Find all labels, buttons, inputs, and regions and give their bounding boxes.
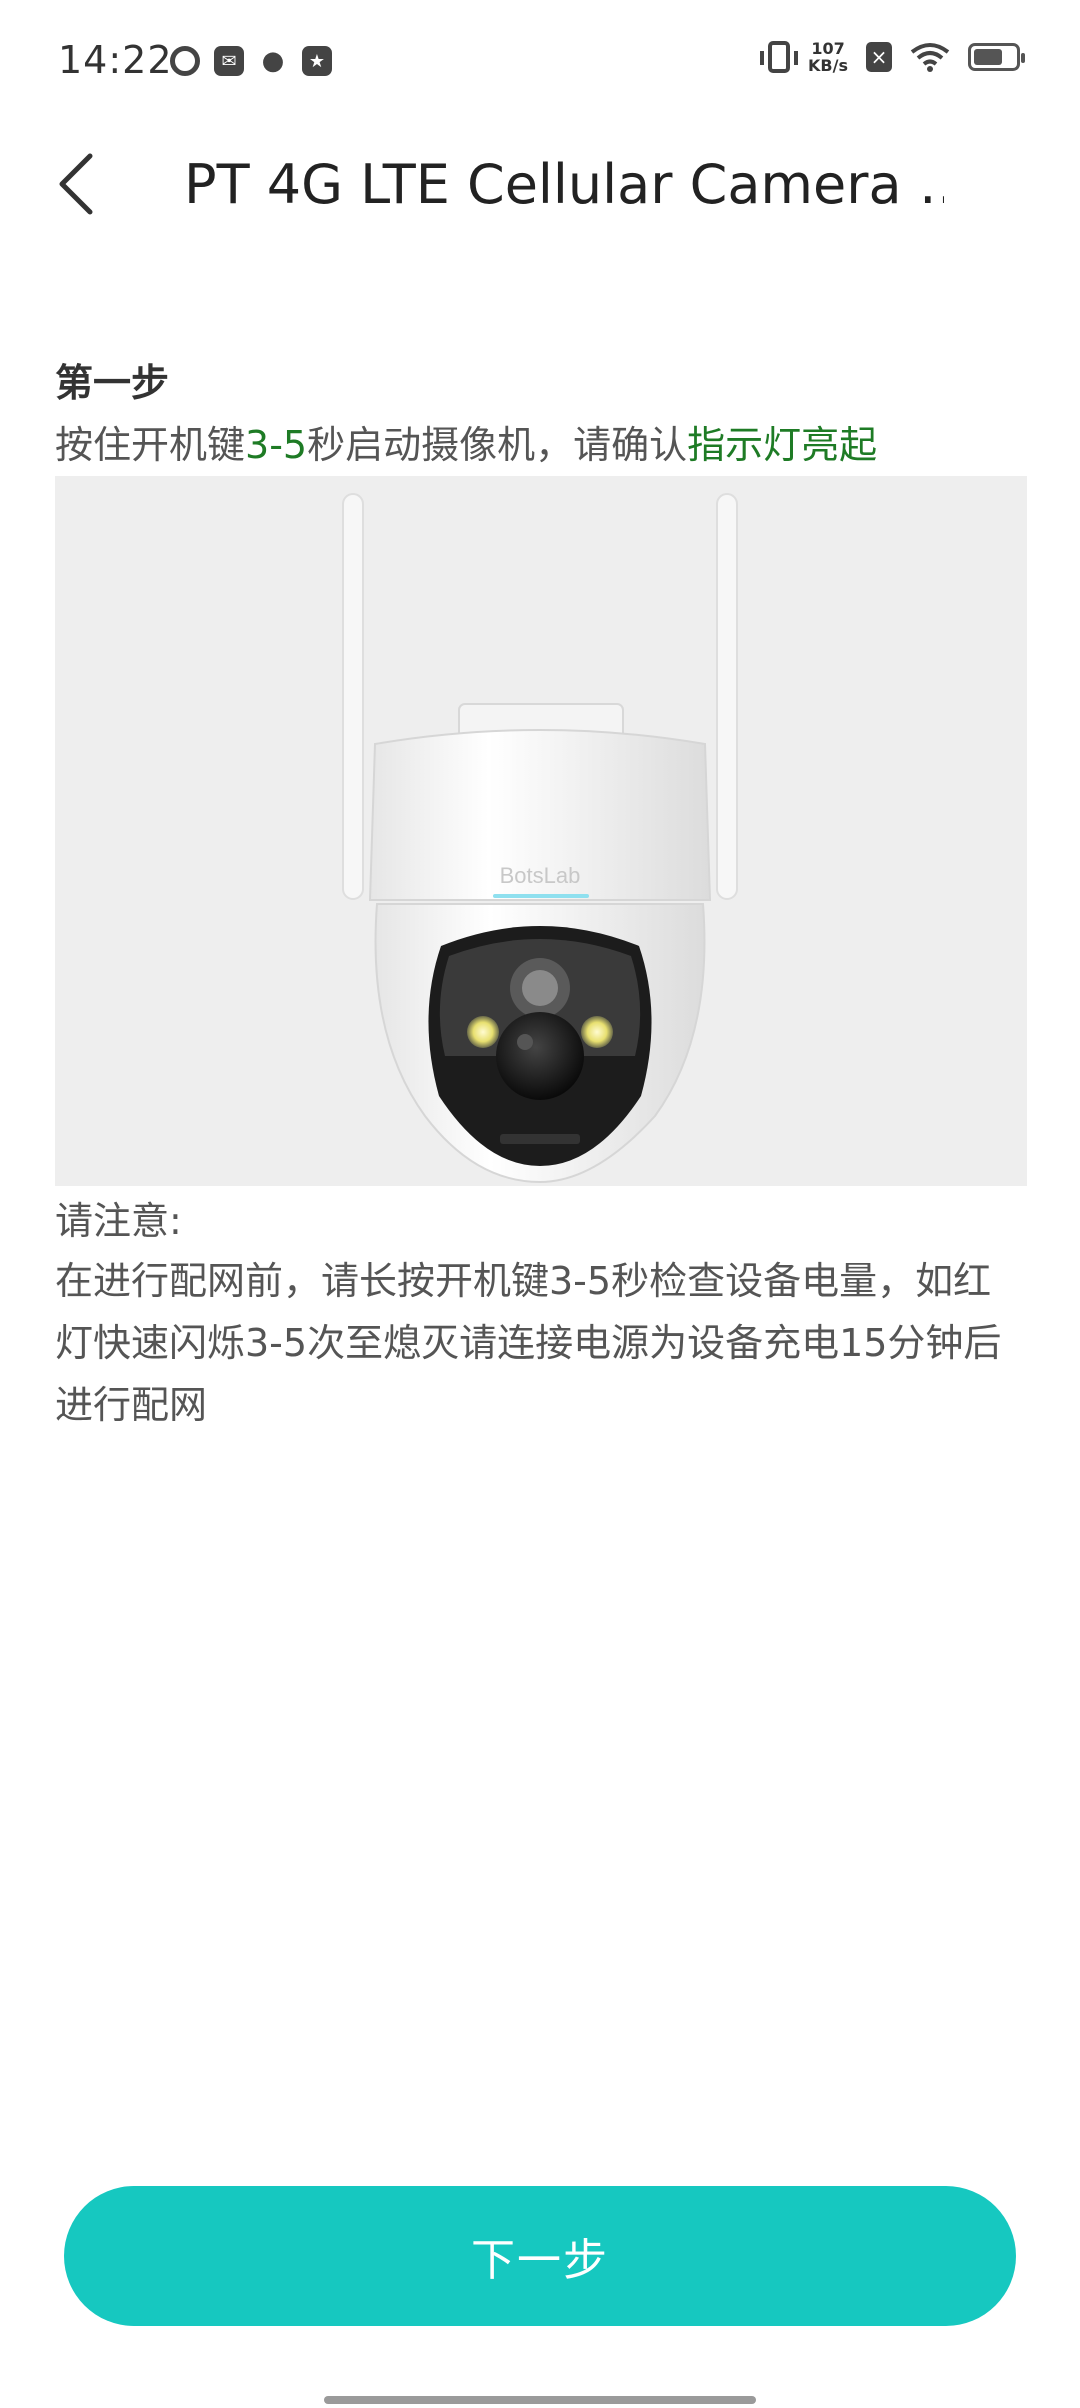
chevron-left-icon	[59, 153, 93, 215]
status-time: 14:22	[58, 38, 173, 82]
wechat-icon: ●	[261, 46, 285, 76]
note-body: 在进行配网前，请长按开机键3-5秒检查设备电量，如红灯快速闪烁3-5次至熄灭请连…	[55, 1259, 1002, 1427]
next-step-button[interactable]: 下一步	[64, 2186, 1016, 2326]
camera-image: BotsLab	[55, 476, 1027, 1186]
camera-brand: BotsLab	[500, 863, 581, 888]
step-title: 第一步	[55, 361, 170, 405]
wifi-icon	[910, 43, 950, 72]
step-desc-highlight-duration: 3-5	[245, 423, 308, 467]
sync-icon	[170, 46, 200, 76]
star-icon: ★	[302, 46, 332, 76]
step-desc-text-2: 秒启动摄像机，请确认	[307, 423, 688, 467]
status-bar: 14:22 ✉ ● ★ 107 KB/s ×	[0, 0, 1080, 130]
step-description: 按住开机键3-5秒启动摄像机，请确认指示灯亮起	[55, 414, 877, 469]
home-indicator[interactable]	[324, 2396, 756, 2404]
camera-illustration: BotsLab	[342, 493, 738, 1184]
battery-icon	[968, 43, 1025, 71]
step-desc-highlight-indicator: 指示灯亮起	[687, 423, 878, 467]
network-speed: 107 KB/s	[808, 40, 848, 74]
speed-unit: KB/s	[808, 56, 848, 75]
page-title: PT 4G LTE Cellular Camera …	[184, 153, 944, 216]
speed-value: 107	[811, 39, 845, 58]
no-sim-icon: ×	[866, 42, 892, 72]
screen: 14:22 ✉ ● ★ 107 KB/s × PT 4G LTE Cellula…	[0, 0, 1080, 2408]
top-bar: PT 4G LTE Cellular Camera …	[0, 130, 1080, 240]
system-icons: 107 KB/s ×	[760, 40, 1025, 74]
vibrate-icon	[760, 41, 799, 73]
message-icon: ✉	[214, 46, 244, 76]
back-button[interactable]	[44, 148, 108, 220]
note-title: 请注意:	[55, 1199, 182, 1243]
notification-icons: ✉ ● ★	[170, 46, 332, 76]
step-desc-text: 按住开机键	[55, 423, 246, 467]
